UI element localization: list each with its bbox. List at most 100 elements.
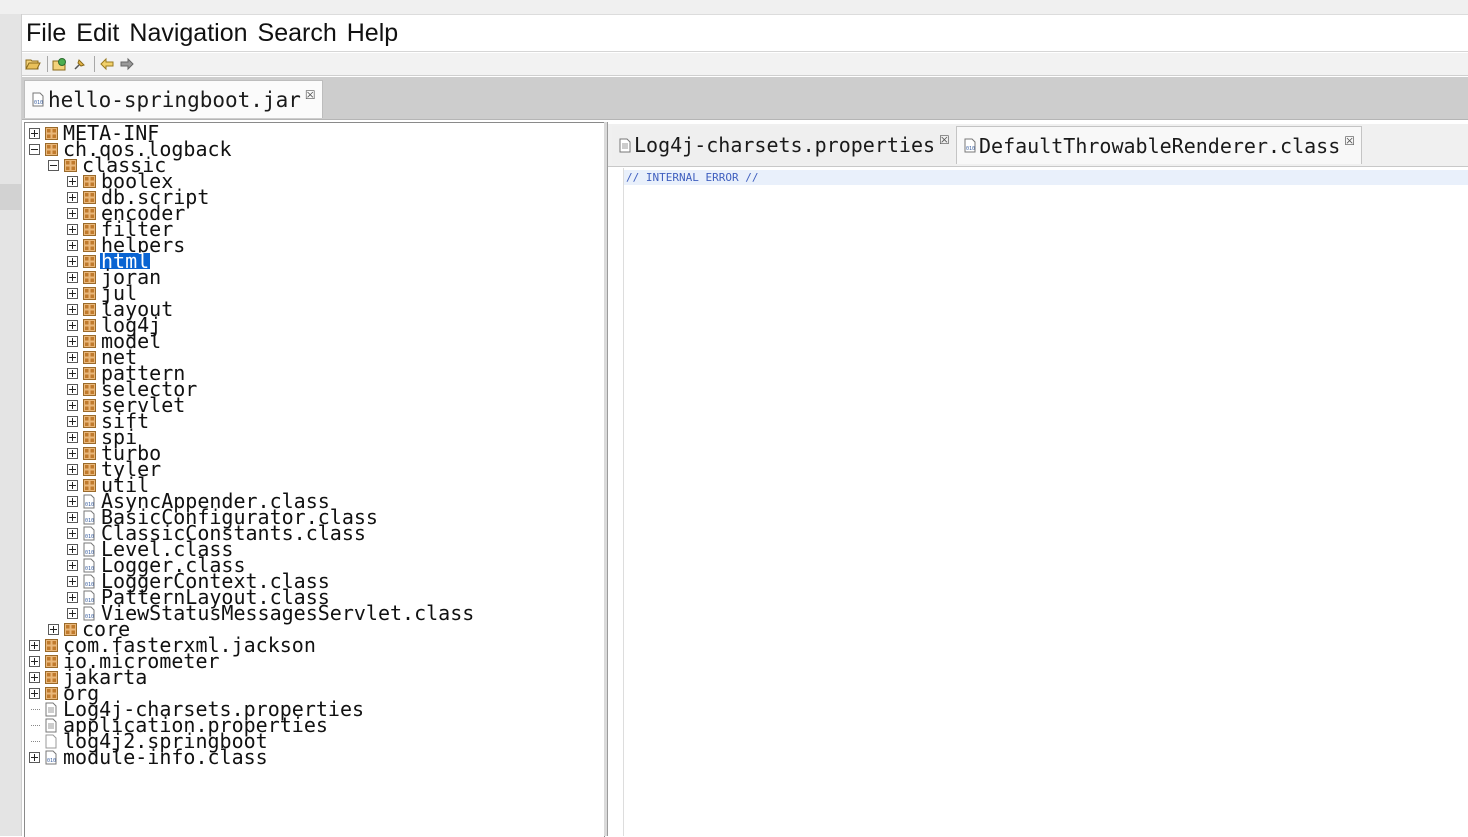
expand-icon[interactable] — [67, 575, 78, 587]
expand-icon[interactable] — [67, 415, 78, 427]
expand-icon[interactable] — [67, 239, 78, 251]
class-file-icon: 010 — [31, 92, 45, 107]
expand-icon[interactable] — [67, 271, 78, 283]
class-file-icon: 010 — [82, 542, 96, 556]
svg-text:010: 010 — [966, 146, 975, 152]
blank-file-icon — [44, 734, 58, 748]
expand-icon[interactable] — [67, 479, 78, 491]
expand-icon[interactable] — [29, 687, 40, 699]
expand-icon[interactable] — [67, 191, 78, 203]
expand-icon[interactable] — [48, 623, 59, 635]
expand-icon[interactable] — [67, 559, 78, 571]
expand-icon[interactable] — [67, 303, 78, 315]
expand-icon[interactable] — [67, 399, 78, 411]
collapse-icon[interactable] — [29, 143, 40, 155]
properties-file-icon — [44, 702, 58, 716]
package-icon — [63, 158, 77, 172]
expand-icon[interactable] — [67, 447, 78, 459]
expand-icon[interactable] — [67, 207, 78, 219]
package-icon — [82, 382, 96, 396]
svg-text:010: 010 — [85, 582, 94, 588]
menu-edit[interactable]: Edit — [72, 19, 123, 48]
expand-icon[interactable] — [67, 543, 78, 555]
tree-row[interactable]: 010 module-info.class — [29, 745, 269, 769]
code-content[interactable]: // INTERNAL ERROR // — [626, 170, 758, 185]
expand-icon[interactable] — [67, 495, 78, 507]
expand-icon[interactable] — [67, 431, 78, 443]
package-explorer-tree: META-INF ch.qos.logback classic boolex db.sc… — [24, 122, 605, 837]
class-file-icon: 010 — [963, 138, 977, 153]
package-icon — [82, 174, 96, 188]
expand-icon[interactable] — [67, 367, 78, 379]
expand-icon[interactable] — [67, 383, 78, 395]
package-icon — [82, 254, 96, 268]
menu-bar: File Edit Navigation Search Help — [22, 15, 1468, 52]
package-icon — [82, 286, 96, 300]
close-icon[interactable]: ☒ — [305, 88, 316, 102]
package-icon — [82, 334, 96, 348]
expand-icon[interactable] — [29, 671, 40, 683]
tab-label: Log4j-charsets.properties — [634, 133, 936, 157]
svg-text:010: 010 — [34, 100, 43, 106]
package-icon — [82, 222, 96, 236]
menu-navigation[interactable]: Navigation — [125, 19, 251, 48]
package-icon — [82, 350, 96, 364]
expand-icon[interactable] — [67, 175, 78, 187]
tree-item-label: ViewStatusMessagesServlet.class — [101, 601, 475, 625]
open-type-icon[interactable] — [51, 55, 69, 73]
tree-connector — [29, 736, 40, 747]
expand-icon[interactable] — [29, 127, 40, 139]
menu-search[interactable]: Search — [254, 19, 341, 48]
svg-text:010: 010 — [85, 502, 94, 508]
tab-label: hello-springboot.jar — [48, 87, 301, 112]
class-file-icon: 010 — [82, 526, 96, 540]
close-icon[interactable]: ☒ — [939, 133, 950, 147]
pin-icon[interactable] — [71, 55, 89, 73]
class-file-icon: 010 — [82, 590, 96, 604]
expand-icon[interactable] — [67, 223, 78, 235]
expand-icon[interactable] — [67, 511, 78, 523]
tree-item-label: module-info.class — [63, 745, 268, 769]
svg-text:010: 010 — [85, 518, 94, 524]
class-file-icon: 010 — [82, 494, 96, 508]
package-icon — [44, 638, 58, 652]
expand-icon[interactable] — [67, 287, 78, 299]
expand-icon[interactable] — [67, 319, 78, 331]
package-icon — [82, 190, 96, 204]
menu-help[interactable]: Help — [343, 19, 402, 48]
expand-icon[interactable] — [67, 351, 78, 363]
expand-icon[interactable] — [29, 639, 40, 651]
svg-text:010: 010 — [85, 550, 94, 556]
package-icon — [82, 462, 96, 476]
open-file-icon[interactable] — [24, 55, 42, 73]
expand-icon[interactable] — [29, 751, 40, 763]
properties-file-icon — [618, 138, 632, 152]
left-gutter — [0, 14, 22, 836]
svg-text:010: 010 — [47, 758, 56, 764]
package-icon — [82, 478, 96, 492]
collapse-icon[interactable] — [48, 159, 59, 171]
menu-file[interactable]: File — [22, 19, 70, 48]
expand-icon[interactable] — [67, 255, 78, 267]
package-icon — [44, 686, 58, 700]
svg-text:010: 010 — [85, 598, 94, 604]
tab-hello-springboot-jar[interactable]: 010 hello-springboot.jar ☒ — [24, 80, 323, 118]
class-file-icon: 010 — [82, 510, 96, 524]
expand-icon[interactable] — [67, 335, 78, 347]
expand-icon[interactable] — [67, 527, 78, 539]
expand-icon[interactable] — [67, 607, 78, 619]
package-icon — [82, 430, 96, 444]
expand-icon[interactable] — [67, 463, 78, 475]
class-file-icon: 010 — [82, 558, 96, 572]
package-icon — [44, 142, 58, 156]
forward-arrow-icon[interactable] — [118, 55, 136, 73]
expand-icon[interactable] — [29, 655, 40, 667]
package-icon — [82, 366, 96, 380]
close-icon[interactable]: ☒ — [1344, 134, 1355, 148]
class-file-icon: 010 — [44, 750, 58, 764]
gutter-marker — [0, 184, 21, 210]
tab-default-throwable-renderer-class[interactable]: 010 DefaultThrowableRenderer.class ☒ — [956, 126, 1362, 164]
tab-log4j-charsets-properties[interactable]: Log4j-charsets.properties ☒ — [612, 126, 954, 164]
expand-icon[interactable] — [67, 591, 78, 603]
back-arrow-icon[interactable] — [98, 55, 116, 73]
